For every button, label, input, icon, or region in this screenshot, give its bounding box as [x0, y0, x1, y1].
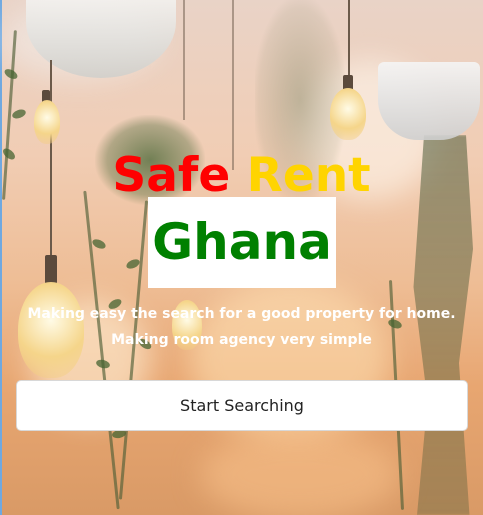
left-edge-strip — [0, 0, 2, 515]
start-searching-label: Start Searching — [180, 396, 304, 415]
title-word-ghana: Ghana — [152, 213, 332, 271]
tagline: Making easy the search for a good proper… — [0, 301, 483, 353]
title-word-safe: Safe — [112, 148, 231, 203]
light-bulb-icon — [330, 88, 366, 140]
start-searching-button[interactable]: Start Searching — [16, 380, 468, 431]
tagline-line-2: Making room agency very simple — [111, 332, 372, 348]
title-word-rent: Rent — [246, 148, 371, 203]
light-bulb-icon — [34, 100, 60, 144]
tagline-line-1: Making easy the search for a good proper… — [27, 306, 456, 322]
hanging-pot-icon — [378, 62, 480, 140]
hero-section: Safe Rent Ghana Making easy the search f… — [0, 0, 483, 515]
